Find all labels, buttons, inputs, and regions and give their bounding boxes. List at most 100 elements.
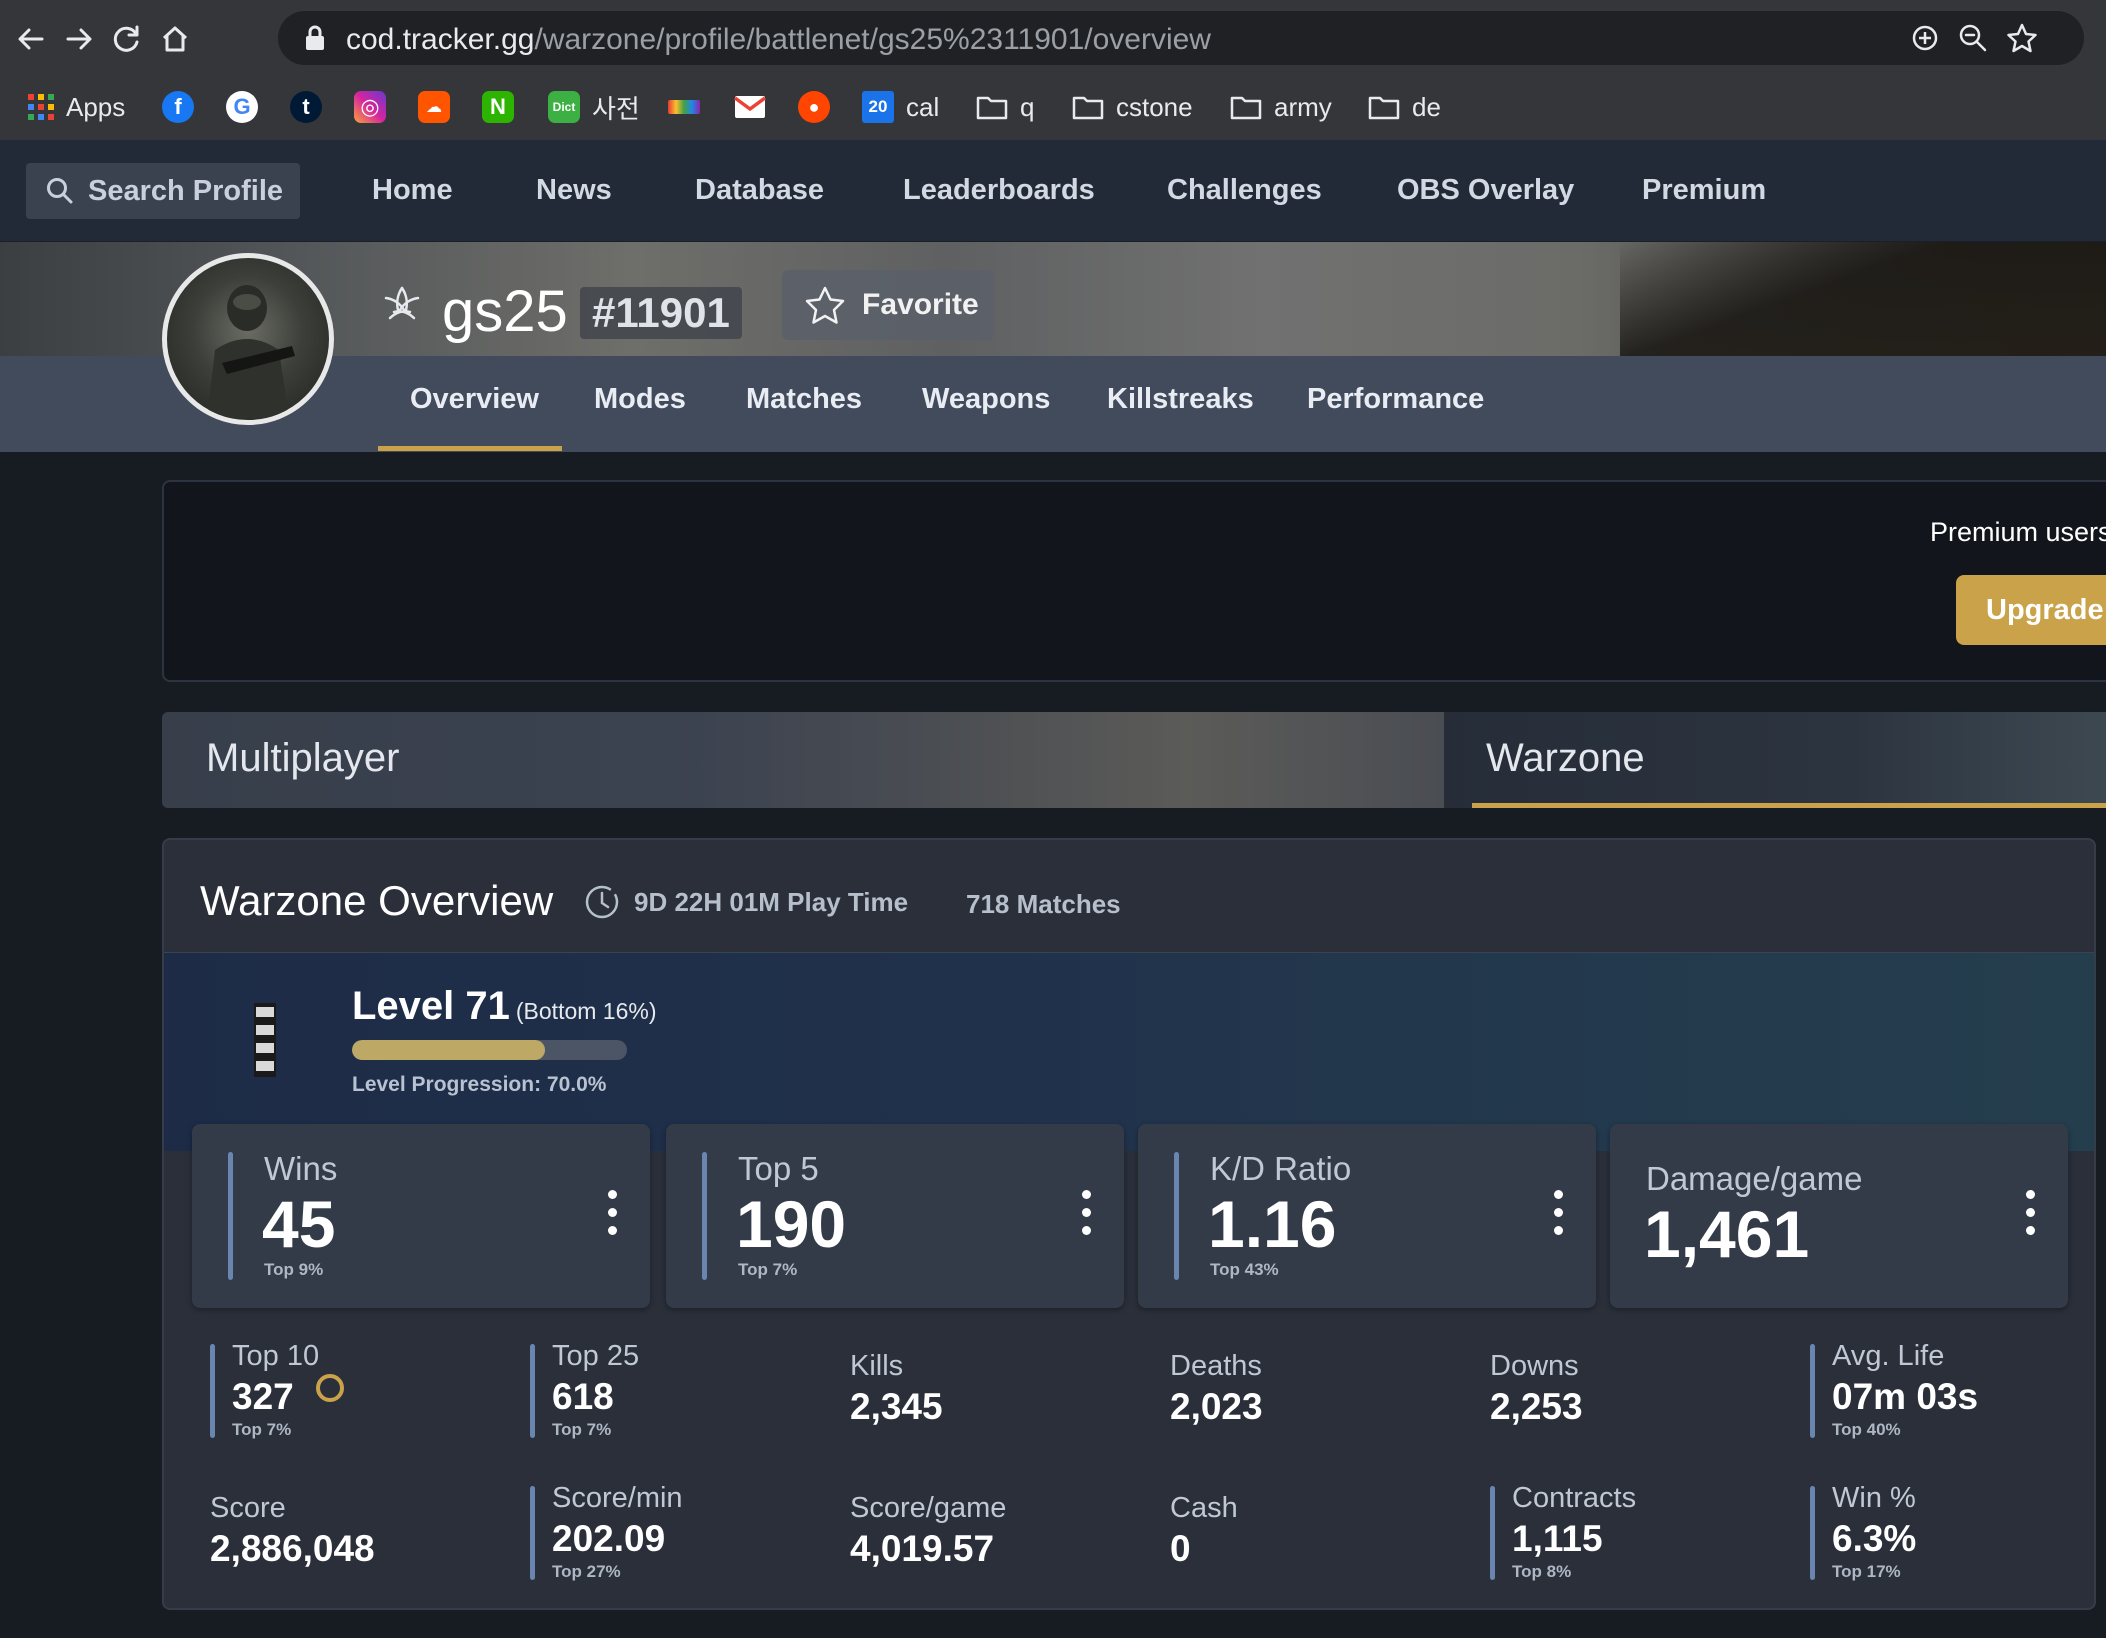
nav-premium[interactable]: Premium — [1642, 174, 1766, 207]
stat-label: Downs — [1490, 1350, 1579, 1382]
stat-value: 1.16 — [1208, 1187, 1337, 1261]
zoom-icon[interactable] — [1958, 23, 1988, 53]
premium-banner — [162, 480, 2106, 682]
battlenet-icon — [384, 286, 420, 320]
stat-card-kd-ratio: K/D Ratio 1.16 Top 43% — [1138, 1124, 1596, 1308]
nav-obs-overlay[interactable]: OBS Overlay — [1397, 174, 1574, 207]
nav-database[interactable]: Database — [695, 174, 824, 207]
star-bookmark-icon[interactable] — [2006, 22, 2038, 54]
stat-value: 07m 03s — [1832, 1376, 1979, 1417]
bookmark-folder-army[interactable]: army — [1230, 86, 1332, 128]
favorite-button[interactable]: Favorite — [782, 270, 994, 340]
naver-icon: N — [482, 91, 514, 123]
tab-overview[interactable]: Overview — [410, 383, 539, 416]
bookmark-colorbar[interactable] — [668, 86, 700, 128]
bookmark-label: cstone — [1116, 91, 1193, 122]
stat-rank: Top 8% — [1512, 1562, 1572, 1581]
stat-label: Score/game — [850, 1492, 1007, 1524]
add-circle-icon[interactable] — [1910, 23, 1940, 53]
level-rank-note: (Bottom 16%) — [515, 998, 657, 1024]
browser-toolbar: cod.tracker.gg/warzone/profile/battlenet… — [0, 0, 2106, 76]
instagram-icon: ◎ — [354, 91, 386, 123]
stat-bar — [530, 1344, 535, 1438]
forward-button[interactable] — [58, 18, 100, 60]
avatar — [162, 253, 334, 425]
nav-news[interactable]: News — [536, 174, 612, 207]
stat-bar — [1810, 1486, 1815, 1580]
bookmark-folder-cstone[interactable]: cstone — [1072, 86, 1193, 128]
bookmark-folder-de[interactable]: de — [1368, 86, 1441, 128]
bookmark-cal[interactable]: 20 cal — [862, 86, 939, 128]
bookmark-dict[interactable]: Dict 사전 — [548, 86, 640, 128]
tab-weapons[interactable]: Weapons — [922, 383, 1050, 416]
bookmark-apps[interactable]: Apps — [28, 86, 125, 128]
tab-matches[interactable]: Matches — [746, 383, 862, 416]
bookmark-facebook[interactable]: f — [162, 86, 194, 128]
home-button[interactable] — [154, 18, 196, 60]
colorbar-icon — [668, 100, 700, 114]
url-text[interactable]: cod.tracker.gg/warzone/profile/battlenet… — [346, 23, 1211, 57]
upgrade-button[interactable]: Upgrade t — [1956, 575, 2106, 645]
loading-ring-icon — [316, 1374, 344, 1402]
folder-icon — [976, 96, 1008, 120]
stat-card-damage-per-game: Damage/game 1,461 — [1610, 1124, 2068, 1308]
tab-modes[interactable]: Modes — [594, 383, 686, 416]
more-options-icon[interactable] — [1554, 1190, 1564, 1236]
url-host: cod.tracker.gg — [346, 23, 535, 56]
gmail-icon — [734, 96, 766, 118]
bookmark-google[interactable]: G — [226, 86, 258, 128]
stat-label: Score — [210, 1492, 286, 1524]
stat-bar — [1490, 1486, 1495, 1580]
stat-bar — [1810, 1344, 1815, 1438]
stat-label: Score/min — [552, 1482, 683, 1514]
more-options-icon[interactable] — [608, 1190, 618, 1236]
nav-leaderboards[interactable]: Leaderboards — [903, 174, 1095, 207]
active-mode-indicator — [1472, 803, 2106, 808]
address-bar[interactable]: cod.tracker.gg/warzone/profile/battlenet… — [278, 11, 2084, 65]
bookmark-instagram[interactable]: ◎ — [354, 86, 386, 128]
bookmark-soundcloud[interactable]: ☁ — [418, 86, 450, 128]
stat-rank: Top 40% — [1832, 1420, 1901, 1439]
stat-label: Deaths — [1170, 1350, 1262, 1382]
bookmark-label: army — [1274, 91, 1332, 122]
stat-bar — [228, 1152, 233, 1280]
reload-button[interactable] — [106, 18, 148, 60]
more-options-icon[interactable] — [2026, 1190, 2036, 1236]
bookmarks-bar: Apps f G t ◎ ☁ N Dict 사전 ● 20 cal q cstone… — [0, 76, 2106, 140]
stat-rank: Top 7% — [738, 1260, 798, 1279]
more-options-icon[interactable] — [1082, 1190, 1092, 1236]
stat-card-top5: Top 5 190 Top 7% — [666, 1124, 1124, 1308]
stat-label: Top 10 — [232, 1340, 320, 1372]
back-button[interactable] — [10, 18, 52, 60]
bookmark-naver[interactable]: N — [482, 86, 514, 128]
tumblr-icon: t — [290, 91, 322, 123]
bookmark-folder-q[interactable]: q — [976, 86, 1034, 128]
bookmark-gmail[interactable] — [734, 86, 766, 128]
stat-value: 1,115 — [1512, 1518, 1603, 1559]
stat-value: 2,886,048 — [210, 1528, 375, 1569]
stat-label: Wins — [264, 1150, 338, 1187]
stat-rank: Top 9% — [264, 1260, 324, 1279]
tab-performance[interactable]: Performance — [1307, 383, 1484, 416]
level-progress-bar — [352, 1040, 627, 1060]
search-profile-button[interactable]: Search Profile — [26, 163, 300, 219]
stat-label: Win % — [1832, 1482, 1916, 1514]
bookmark-tumblr[interactable]: t — [290, 86, 322, 128]
play-time: 9D 22H 01M Play Time — [584, 884, 908, 920]
google-icon: G — [226, 91, 258, 123]
nav-challenges[interactable]: Challenges — [1167, 174, 1322, 207]
site-nav: Search Profile Home News Database Leader… — [0, 140, 2106, 242]
nav-home[interactable]: Home — [372, 174, 453, 207]
stat-label: K/D Ratio — [1210, 1150, 1352, 1187]
stat-value: 190 — [736, 1187, 847, 1261]
soundcloud-icon: ☁ — [418, 91, 450, 123]
mode-warzone-label[interactable]: Warzone — [1486, 736, 1645, 781]
reddit-icon: ● — [798, 91, 830, 123]
tab-killstreaks[interactable]: Killstreaks — [1107, 383, 1254, 416]
stat-rank: Top 17% — [1832, 1562, 1901, 1581]
mode-multiplayer-label[interactable]: Multiplayer — [206, 736, 399, 781]
bookmark-label: de — [1412, 91, 1441, 122]
stat-rank: Top 27% — [552, 1562, 621, 1581]
player-tag: #11901 — [580, 287, 742, 339]
bookmark-reddit[interactable]: ● — [798, 86, 830, 128]
